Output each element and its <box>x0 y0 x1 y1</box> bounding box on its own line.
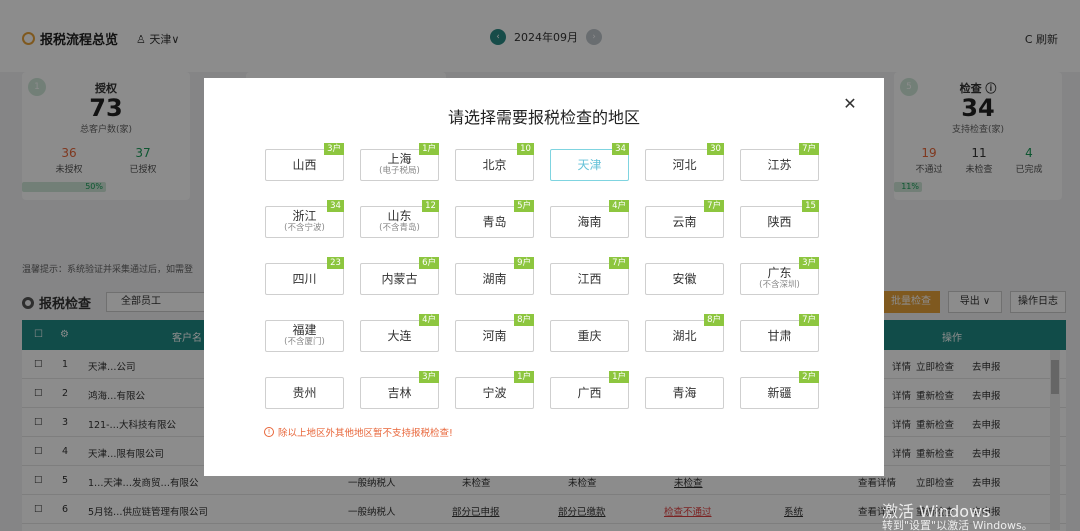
region-count-badge: 3户 <box>799 257 819 269</box>
region-option[interactable]: 福建 (不含厦门) <box>265 320 344 352</box>
region-option[interactable]: 河北 30 <box>645 143 724 181</box>
region-option[interactable]: 浙江 (不含宁波) 34 <box>265 200 344 238</box>
region-note: (电子税局) <box>379 166 420 176</box>
region-count-badge: 4户 <box>609 200 629 212</box>
region-option[interactable]: 天津 34 <box>550 143 629 181</box>
region-option[interactable]: 青岛 5户 <box>455 200 534 238</box>
region-count-badge: 8户 <box>704 314 724 326</box>
region-name: 重庆 <box>577 329 602 343</box>
region-name: 青海 <box>672 386 697 400</box>
region-count-badge: 15 <box>802 200 819 212</box>
region-option[interactable]: 广东 (不含深圳) 3户 <box>740 257 819 295</box>
region-count-badge: 6户 <box>419 257 439 269</box>
region-count-badge: 4户 <box>419 314 439 326</box>
region-count-badge: 12 <box>422 200 439 212</box>
region-option[interactable]: 江西 7户 <box>550 257 629 295</box>
region-option[interactable]: 山西 3户 <box>265 143 344 181</box>
region-count-badge: 30 <box>707 143 724 155</box>
region-count-badge: 7户 <box>799 143 819 155</box>
activation-watermark-sub: 转到"设置"以激活 Windows。 <box>882 519 1033 531</box>
region-name: 福建 <box>292 323 317 337</box>
region-name: 贵州 <box>292 386 317 400</box>
region-count-badge: 23 <box>327 257 344 269</box>
region-count-badge: 9户 <box>514 257 534 269</box>
region-count-badge: 5户 <box>514 200 534 212</box>
region-count-badge: 10 <box>517 143 534 155</box>
region-option[interactable]: 甘肃 7户 <box>740 314 819 352</box>
close-icon[interactable]: ✕ <box>842 96 858 112</box>
region-count-badge: 1户 <box>419 143 439 155</box>
region-count-badge: 3户 <box>419 371 439 383</box>
region-count-badge: 7户 <box>704 200 724 212</box>
region-count-badge: 1户 <box>514 371 534 383</box>
region-option[interactable]: 海南 4户 <box>550 200 629 238</box>
region-note: (不含宁波) <box>284 223 325 233</box>
region-option[interactable]: 北京 10 <box>455 143 534 181</box>
region-option[interactable]: 山东 (不含青岛) 12 <box>360 200 439 238</box>
region-option[interactable]: 广西 1户 <box>550 371 629 409</box>
region-note: (不含厦门) <box>284 337 325 347</box>
dialog-title: 请选择需要报税检查的地区 <box>447 108 640 127</box>
region-count-badge: 1户 <box>609 371 629 383</box>
region-count-badge: 8户 <box>514 314 534 326</box>
region-option[interactable]: 宁波 1户 <box>455 371 534 409</box>
region-name: 安徽 <box>672 272 697 286</box>
region-option[interactable]: 青海 <box>645 377 724 409</box>
region-count-badge: 3户 <box>324 143 344 155</box>
region-option[interactable]: 河南 8户 <box>455 314 534 352</box>
region-warning: ! 除以上地区外其他地区暂不支持报税检查! <box>264 425 453 439</box>
region-option[interactable]: 云南 7户 <box>645 200 724 238</box>
region-select-dialog: 请选择需要报税检查的地区 ✕ 山西 3户 上海 (电子税局) 1户 北京 10 天津 34 河北 3… <box>204 78 884 476</box>
region-option[interactable]: 安徽 <box>645 263 724 295</box>
region-option[interactable]: 大连 4户 <box>360 314 439 352</box>
region-count-badge: 7户 <box>609 257 629 269</box>
region-note: (不含青岛) <box>379 223 420 233</box>
region-warning-text: 除以上地区外其他地区暂不支持报税检查! <box>278 428 453 439</box>
region-option[interactable]: 湖南 9户 <box>455 257 534 295</box>
region-option[interactable]: 重庆 <box>550 320 629 352</box>
region-option[interactable]: 上海 (电子税局) 1户 <box>360 143 439 181</box>
region-option[interactable]: 贵州 <box>265 377 344 409</box>
region-option[interactable]: 江苏 7户 <box>740 143 819 181</box>
region-note: (不含深圳) <box>759 280 800 290</box>
region-option[interactable]: 内蒙古 6户 <box>360 257 439 295</box>
region-option[interactable]: 陕西 15 <box>740 200 819 238</box>
region-count-badge: 34 <box>327 200 344 212</box>
region-option[interactable]: 湖北 8户 <box>645 314 724 352</box>
region-option[interactable]: 四川 23 <box>265 257 344 295</box>
region-count-badge: 2户 <box>799 371 819 383</box>
info-icon: ! <box>264 427 274 437</box>
region-count-badge: 34 <box>612 143 629 155</box>
region-count-badge: 7户 <box>799 314 819 326</box>
region-option[interactable]: 吉林 3户 <box>360 371 439 409</box>
region-option[interactable]: 新疆 2户 <box>740 371 819 409</box>
